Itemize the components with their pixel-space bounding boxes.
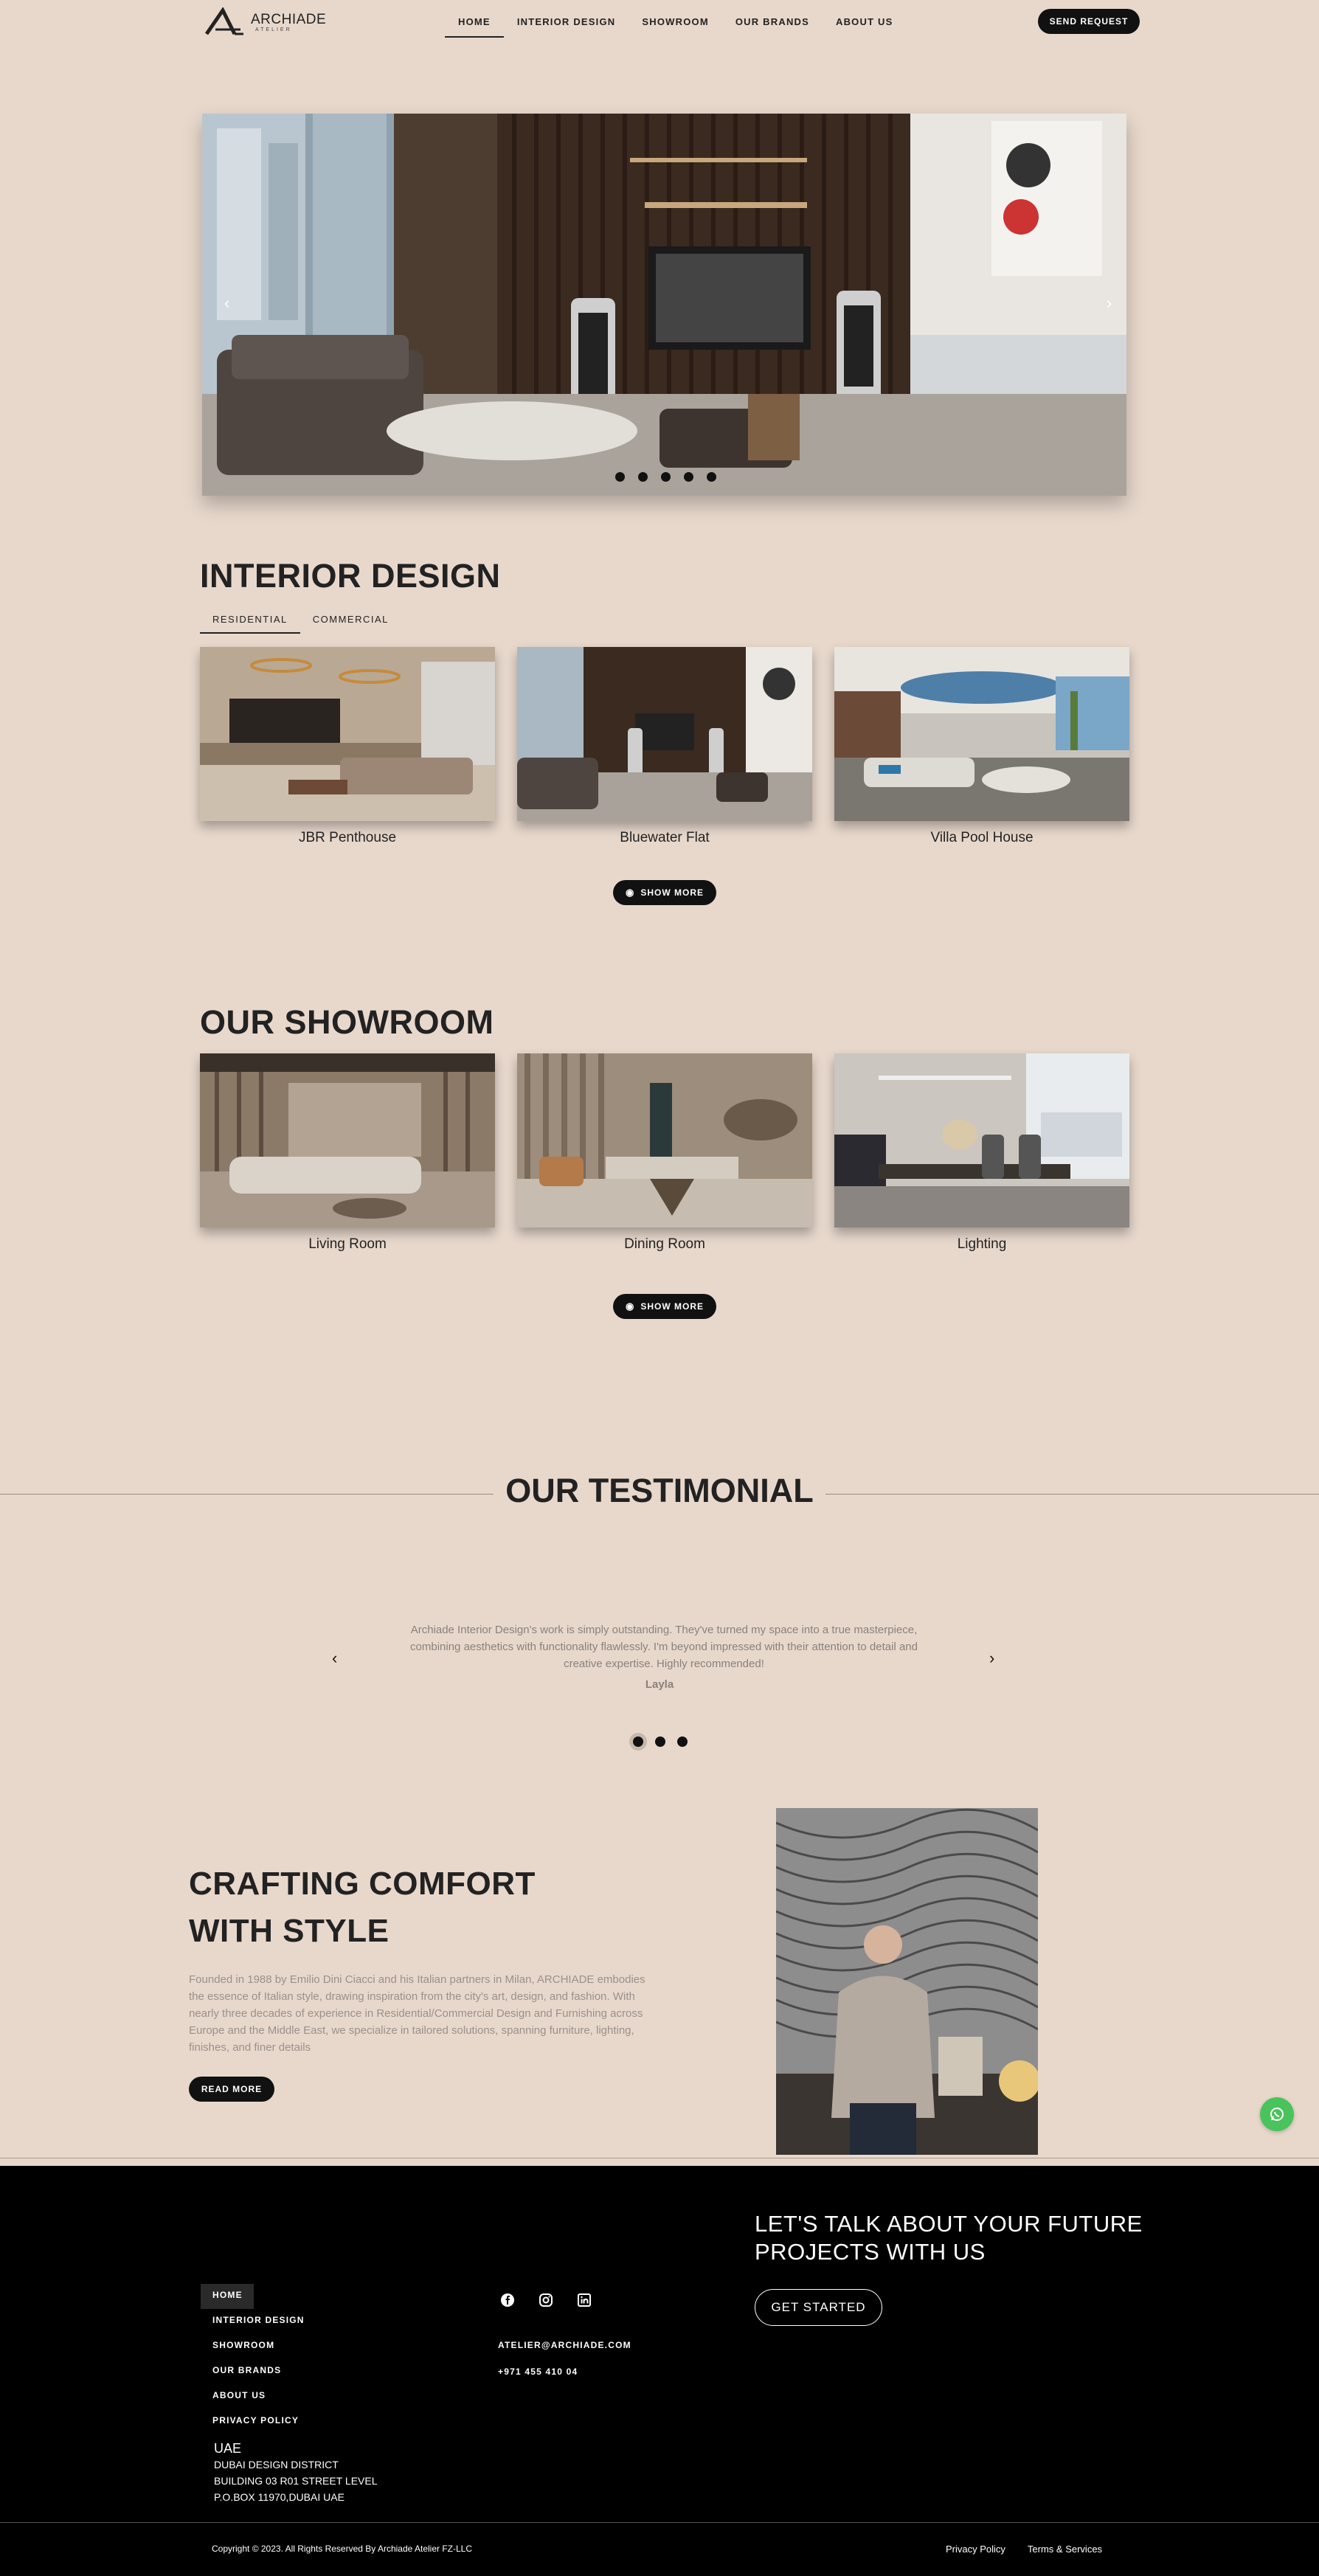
testimonial-prev-arrow[interactable]: ‹ — [332, 1649, 337, 1668]
footer-cta-line: PROJECTS WITH US — [755, 2239, 986, 2265]
nav-home[interactable]: HOME — [445, 7, 504, 38]
hero-next-arrow[interactable]: › — [1107, 294, 1112, 313]
whatsapp-button[interactable] — [1260, 2097, 1294, 2131]
about-title-line: CRAFTING COMFORT — [189, 1866, 536, 1902]
main-nav: HOME INTERIOR DESIGN SHOWROOM OUR BRANDS… — [445, 7, 907, 38]
showroom-show-more-button[interactable]: ◉ SHOW MORE — [613, 1294, 716, 1319]
showroom-image[interactable] — [834, 1053, 1129, 1228]
testimonial-dot[interactable] — [677, 1737, 688, 1747]
about-title: CRAFTING COMFORT WITH STYLE — [189, 1860, 536, 1955]
showroom-name: Lighting — [957, 1236, 1007, 1252]
footer-nav-privacy-policy[interactable]: PRIVACY POLICY — [201, 2409, 316, 2434]
testimonial-quote: Archiade Interior Design's work is simpl… — [410, 1624, 918, 1670]
showroom-image[interactable] — [517, 1053, 812, 1228]
footer-nav-interior-design[interactable]: INTERIOR DESIGN — [201, 2309, 316, 2334]
address-line: P.O.BOX 11970,DUBAI UAE — [214, 2491, 345, 2503]
copyright: Copyright © 2023. All Rights Reserved By… — [212, 2544, 473, 2554]
interior-design-title: INTERIOR DESIGN — [200, 557, 501, 595]
linkedin-icon[interactable] — [577, 2293, 592, 2307]
footer-address: UAE DUBAI DESIGN DISTRICT BUILDING 03 R0… — [214, 2440, 378, 2505]
testimonial-next-arrow[interactable]: › — [989, 1649, 994, 1668]
hero-prev-arrow[interactable]: ‹ — [224, 294, 229, 313]
project-image[interactable] — [517, 647, 812, 821]
footer-contact: ATELIER@ARCHIADE.COM +971 455 410 04 — [498, 2332, 631, 2385]
showroom-title: OUR SHOWROOM — [200, 1003, 494, 1041]
nav-our-brands[interactable]: OUR BRANDS — [722, 7, 823, 38]
site-footer: LET'S TALK ABOUT YOUR FUTURE PROJECTS WI… — [0, 2166, 1319, 2576]
send-request-button[interactable]: SEND REQUEST — [1038, 9, 1140, 34]
interior-tabs: RESIDENTIAL COMMERCIAL — [200, 606, 401, 634]
hero-dot[interactable] — [707, 472, 716, 482]
terms-link[interactable]: Terms & Services — [1028, 2544, 1102, 2555]
get-started-button[interactable]: GET STARTED — [755, 2289, 882, 2326]
hero-dot[interactable] — [684, 472, 693, 482]
site-header: ARCHIADE ATELIER HOME INTERIOR DESIGN SH… — [0, 0, 1319, 46]
testimonial-title: OUR TESTIMONIAL — [494, 1472, 825, 1510]
testimonial-author: Layla — [645, 1678, 674, 1691]
nav-interior-design[interactable]: INTERIOR DESIGN — [504, 7, 629, 38]
address-line: DUBAI DESIGN DISTRICT — [214, 2459, 339, 2471]
eye-icon: ◉ — [625, 1301, 635, 1312]
interior-show-more-button[interactable]: ◉ SHOW MORE — [613, 880, 716, 905]
social-links — [500, 2293, 592, 2307]
tab-commercial[interactable]: COMMERCIAL — [300, 606, 401, 634]
hero-dot[interactable] — [661, 472, 671, 482]
footer-nav-home[interactable]: HOME — [201, 2284, 254, 2309]
about-text: Founded in 1988 by Emilio Dini Ciacci an… — [189, 1973, 645, 2054]
eye-icon: ◉ — [625, 887, 635, 898]
show-more-label: SHOW MORE — [640, 1301, 704, 1312]
address-line: BUILDING 03 R01 STREET LEVEL — [214, 2475, 378, 2487]
hero-carousel: ‹ › — [202, 114, 1126, 496]
brand-sub: ATELIER — [255, 27, 292, 32]
footer-legal-links: Privacy Policy Terms & Services — [946, 2544, 1102, 2555]
read-more-button[interactable]: READ MORE — [189, 2077, 274, 2102]
project-name: Bluewater Flat — [620, 830, 710, 845]
nav-showroom[interactable]: SHOWROOM — [629, 7, 721, 38]
hero-dot[interactable] — [638, 472, 648, 482]
showroom-card[interactable]: Dining Room — [517, 1053, 812, 1253]
testimonial-dot[interactable] — [633, 1737, 643, 1747]
showroom-name: Living Room — [308, 1236, 387, 1252]
nav-about-us[interactable]: ABOUT US — [823, 7, 907, 38]
footer-phone[interactable]: +971 455 410 04 — [498, 2358, 631, 2385]
showroom-card[interactable]: Lighting — [834, 1053, 1129, 1253]
project-card[interactable]: JBR Penthouse — [200, 647, 495, 846]
footer-nav-about-us[interactable]: ABOUT US — [201, 2384, 316, 2409]
project-image[interactable] — [834, 647, 1129, 821]
showroom-card[interactable]: Living Room — [200, 1053, 495, 1253]
about-title-line: WITH STYLE — [189, 1913, 390, 1949]
project-name: JBR Penthouse — [298, 830, 397, 845]
hero-image — [202, 114, 1126, 496]
hero-dots — [615, 472, 716, 482]
footer-divider — [0, 2522, 1319, 2523]
footer-nav-showroom[interactable]: SHOWROOM — [201, 2334, 316, 2359]
footer-nav-our-brands[interactable]: OUR BRANDS — [201, 2359, 316, 2384]
brand-logo[interactable]: ARCHIADE ATELIER — [204, 7, 326, 37]
showroom-name: Dining Room — [624, 1236, 705, 1252]
testimonial-dots — [633, 1737, 688, 1747]
founder-photo — [776, 1808, 1038, 2155]
testimonial-dot[interactable] — [655, 1737, 665, 1747]
logo-icon — [204, 7, 243, 35]
project-name: Villa Pool House — [930, 830, 1034, 845]
footer-cta: LET'S TALK ABOUT YOUR FUTURE PROJECTS WI… — [755, 2210, 1143, 2266]
instagram-icon[interactable] — [539, 2293, 553, 2307]
tab-residential[interactable]: RESIDENTIAL — [200, 606, 300, 634]
brand-name: ARCHIADE — [251, 11, 327, 27]
footer-cta-line: LET'S TALK ABOUT YOUR FUTURE — [755, 2211, 1143, 2237]
footer-email[interactable]: ATELIER@ARCHIADE.COM — [498, 2332, 631, 2358]
project-card[interactable]: Bluewater Flat — [517, 647, 812, 846]
address-country: UAE — [214, 2441, 242, 2456]
whatsapp-icon — [1270, 2108, 1284, 2121]
privacy-policy-link[interactable]: Privacy Policy — [946, 2544, 1005, 2555]
facebook-icon[interactable] — [500, 2293, 515, 2307]
showroom-image[interactable] — [200, 1053, 495, 1228]
footer-nav: HOME INTERIOR DESIGN SHOWROOM OUR BRANDS… — [201, 2284, 316, 2434]
project-image[interactable] — [200, 647, 495, 821]
project-card[interactable]: Villa Pool House — [834, 647, 1129, 846]
show-more-label: SHOW MORE — [640, 887, 704, 898]
hero-dot[interactable] — [615, 472, 625, 482]
